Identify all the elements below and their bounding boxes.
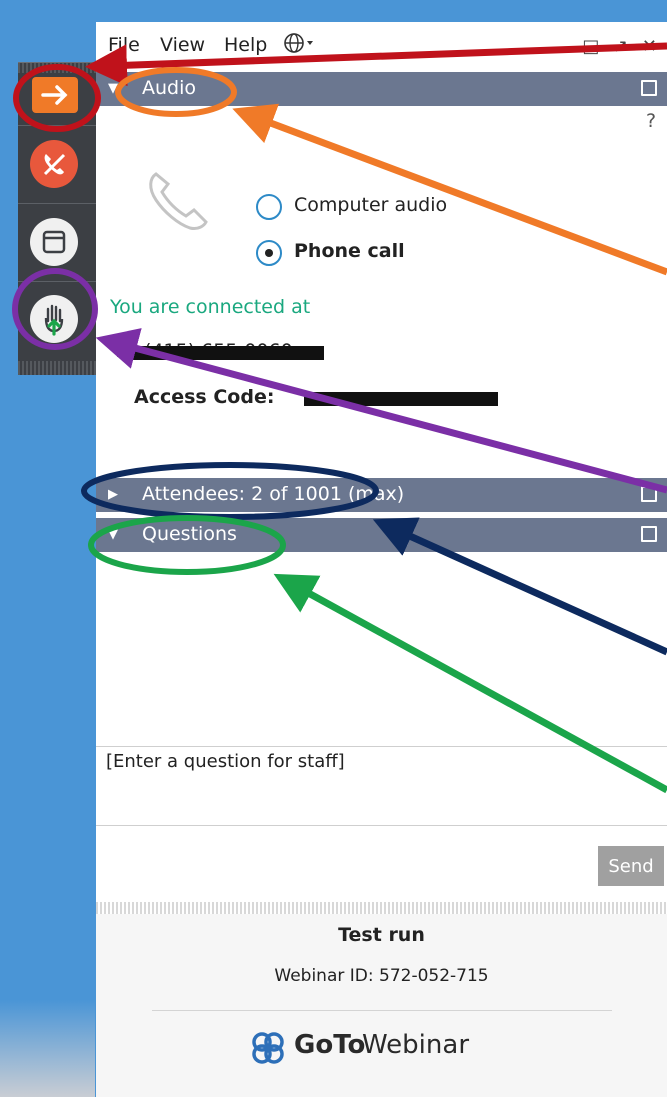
hand-icon [44,304,64,336]
send-button[interactable]: Send [598,846,664,886]
expand-triangle-icon: ▶ [108,487,118,502]
leave-audio-button[interactable] [30,140,78,188]
logo-text-light: Webinar [362,1030,470,1060]
webinar-toolbar [18,62,96,375]
gotowebinar-logo: GoTo Webinar [246,1026,526,1070]
menu-bar: File View Help □ ↗ ✕ [96,22,667,68]
collapse-triangle-icon: ▼ [108,81,118,96]
questions-section-header[interactable]: ▼ Questions [96,518,667,552]
language-menu[interactable] [283,32,315,59]
gotowebinar-logo-icon [252,1032,284,1064]
phone-call-radio[interactable] [256,240,282,266]
popout-icon[interactable] [641,80,657,96]
session-footer: Test run Webinar ID: 572-052-715 GoTo We… [96,914,667,1097]
window-icon [42,230,66,254]
screen-view-button[interactable] [30,218,78,266]
toolbar-grip[interactable] [18,361,96,375]
redaction-bar [304,392,498,406]
question-input[interactable]: [Enter a question for staff] [96,746,667,826]
arrow-right-icon [41,85,68,105]
collapse-triangle-icon: ▼ [108,527,118,542]
questions-title: Questions [142,523,237,545]
popout-icon[interactable] [641,526,657,542]
audio-section-header[interactable]: ▼ Audio [96,72,667,106]
webinar-id: Webinar ID: 572-052-715 [274,966,489,986]
background-fade [0,1000,95,1097]
menu-file[interactable]: File [108,34,140,56]
toolbar-grip[interactable] [18,63,96,73]
control-panel: File View Help □ ↗ ✕ ▼ Audio ? Computer … [96,22,667,1097]
phone-hangup-icon [43,153,66,176]
menu-view[interactable]: View [160,34,205,56]
collapse-panel-button[interactable] [32,77,78,113]
raise-hand-button[interactable] [30,295,78,343]
help-button[interactable]: ? [646,110,656,132]
radio-selected-dot [265,249,273,257]
computer-audio-radio[interactable] [256,194,282,220]
audio-title: Audio [142,77,197,99]
toolbar-divider [18,203,96,204]
phone-icon [149,172,208,230]
session-title: Test run [338,924,425,946]
footer-divider [152,1010,612,1011]
resize-handle[interactable] [96,902,667,914]
globe-icon [284,33,313,53]
popout-icon[interactable] [641,486,657,502]
connected-status: You are connected at [110,296,311,318]
questions-log[interactable] [96,556,667,746]
question-input-placeholder: [Enter a question for staff] [106,751,345,772]
access-code-label: Access Code: [134,386,275,408]
menu-help[interactable]: Help [224,34,267,56]
phone-call-label[interactable]: Phone call [294,240,405,262]
attendees-section-header[interactable]: ▶ Attendees: 2 of 1001 (max) [96,478,667,512]
redaction-bar [126,346,324,360]
window-controls[interactable]: □ ↗ ✕ [582,36,661,57]
attendees-title: Attendees: 2 of 1001 (max) [142,483,405,505]
toolbar-divider [18,281,96,282]
toolbar-divider [18,125,96,126]
logo-text-bold: GoTo [294,1030,366,1060]
computer-audio-label[interactable]: Computer audio [294,194,447,216]
